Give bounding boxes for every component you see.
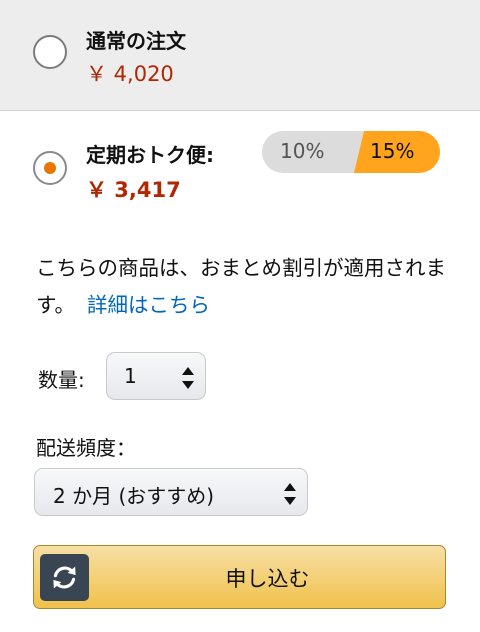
- discount-badge: 10% 15%: [262, 131, 440, 173]
- subscription-radio[interactable]: [33, 151, 67, 185]
- updown-arrows-icon: [182, 367, 194, 389]
- discount-description: こちらの商品は、おまとめ割引が適用されます。 詳細はこちら: [36, 250, 456, 324]
- subscribe-button-label: 申し込む: [225, 567, 310, 591]
- refresh-icon: [40, 554, 89, 601]
- one-time-price: ￥ 4,020: [86, 62, 174, 86]
- subscription-title: 定期おトク便:: [86, 143, 214, 167]
- subscription-price: ￥ 3,417: [86, 178, 181, 202]
- quantity-select[interactable]: 1: [106, 352, 206, 400]
- frequency-select[interactable]: 2 か月 (おすすめ): [34, 468, 308, 516]
- discount-high-label: 15%: [370, 139, 415, 163]
- one-time-option[interactable]: 通常の注文 ￥ 4,020: [0, 0, 480, 111]
- updown-arrows-icon: [284, 483, 296, 505]
- quantity-value: 1: [124, 364, 137, 388]
- radio-selected-dot: [44, 162, 56, 174]
- one-time-radio[interactable]: [33, 35, 67, 69]
- frequency-value: 2 か月 (おすすめ): [53, 484, 215, 508]
- quantity-label: 数量:: [38, 368, 85, 392]
- subscribe-button[interactable]: 申し込む: [33, 545, 446, 609]
- discount-low-label: 10%: [280, 139, 325, 163]
- frequency-label: 配送頻度：: [36, 436, 136, 460]
- one-time-title: 通常の注文: [86, 29, 186, 53]
- details-link[interactable]: 詳細はこちら: [87, 293, 210, 317]
